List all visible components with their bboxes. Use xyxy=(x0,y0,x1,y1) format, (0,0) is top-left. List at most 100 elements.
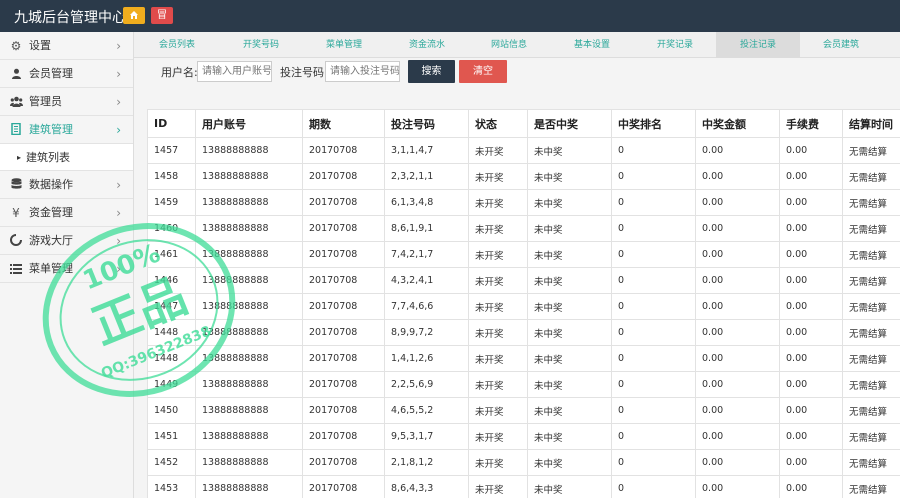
tab-draw-numbers[interactable]: 开奖号码 xyxy=(220,32,302,58)
table-cell: 1451 xyxy=(147,423,196,450)
table-cell: 0.00 xyxy=(779,241,843,268)
sidebar-item-menus[interactable]: 菜单管理 › xyxy=(0,255,133,283)
sidebar-item-buildings[interactable]: 建筑管理 › xyxy=(0,116,133,144)
table-cell: 0.00 xyxy=(779,397,843,424)
tab-bar: 会员列表 开奖号码 菜单管理 资金流水 网站信息 基本设置 开奖记录 投注记录 … xyxy=(134,32,900,58)
table-cell: 无需结算 xyxy=(842,267,900,294)
table-cell: 13888888888 xyxy=(195,163,303,190)
username-input[interactable] xyxy=(197,61,272,82)
table-cell: 0.00 xyxy=(695,345,780,372)
table-cell: 13888888888 xyxy=(195,267,303,294)
column-header: 是否中奖 xyxy=(527,109,612,138)
sidebar-item-label: 会员管理 xyxy=(29,67,73,80)
table-cell: 13888888888 xyxy=(195,449,303,476)
table-cell: 0 xyxy=(611,163,696,190)
table-cell: 0 xyxy=(611,215,696,242)
table-cell: 无需结算 xyxy=(842,163,900,190)
top-bar: 九城后台管理中心 冒 xyxy=(0,0,900,32)
sidebar-item-settings[interactable]: ⚙ 设置 › xyxy=(0,32,133,60)
table-cell: 0 xyxy=(611,423,696,450)
sidebar-item-data[interactable]: 数据操作 › xyxy=(0,171,133,199)
table-cell: 3,1,1,4,7 xyxy=(384,137,469,164)
table-cell: 未开奖 xyxy=(468,293,528,320)
tab-fund-flow[interactable]: 资金流水 xyxy=(386,32,468,58)
table-cell: 13888888888 xyxy=(195,397,303,424)
table-cell: 0.00 xyxy=(695,163,780,190)
exit-button[interactable]: 冒 xyxy=(151,7,173,24)
table-cell: 13888888888 xyxy=(195,371,303,398)
table-cell: 13888888888 xyxy=(195,241,303,268)
table-cell: 未中奖 xyxy=(527,189,612,216)
table-cell: 0.00 xyxy=(779,319,843,346)
tab-draw-records[interactable]: 开奖记录 xyxy=(634,32,716,58)
table-cell: 未中奖 xyxy=(527,241,612,268)
table-cell: 无需结算 xyxy=(842,241,900,268)
table-cell: 未中奖 xyxy=(527,215,612,242)
table-row: 1460 13888888888 20170708 8,6,1,9,1 未开奖 未中奖 0 0… xyxy=(147,215,900,242)
column-header: 中奖排名 xyxy=(611,109,696,138)
table-row: 1448 13888888888 20170708 8,9,9,7,2 未开奖 未中奖 0 0… xyxy=(147,319,900,346)
table-cell: 20170708 xyxy=(302,215,385,242)
chevron-right-icon: › xyxy=(116,123,121,137)
tab-basic-settings[interactable]: 基本设置 xyxy=(550,32,634,58)
table-cell: 0.00 xyxy=(779,137,843,164)
sidebar-item-funds[interactable]: ¥ 资金管理 › xyxy=(0,199,133,227)
table-cell: 0.00 xyxy=(695,293,780,320)
table-cell: 无需结算 xyxy=(842,319,900,346)
database-icon xyxy=(9,171,23,199)
sidebar-item-admins[interactable]: 管理员 › xyxy=(0,88,133,116)
table-cell: 1448 xyxy=(147,345,196,372)
chevron-right-icon: › xyxy=(116,178,121,192)
table-cell: 未中奖 xyxy=(527,293,612,320)
table-cell: 未开奖 xyxy=(468,215,528,242)
table-row: 1458 13888888888 20170708 2,3,2,1,1 未开奖 未中奖 0 0… xyxy=(147,163,900,190)
table-cell: 0 xyxy=(611,137,696,164)
column-header: 手续费 xyxy=(779,109,843,138)
table-cell: 13888888888 xyxy=(195,319,303,346)
bet-number-input[interactable] xyxy=(325,61,400,82)
table-cell: 未开奖 xyxy=(468,163,528,190)
table-cell: 未开奖 xyxy=(468,267,528,294)
table-cell: 0.00 xyxy=(779,345,843,372)
table-row: 1447 13888888888 20170708 7,7,4,6,6 未开奖 未中奖 0 0… xyxy=(147,293,900,320)
table-cell: 4,6,5,5,2 xyxy=(384,397,469,424)
table-cell: 0.00 xyxy=(695,475,780,498)
tab-member-list[interactable]: 会员列表 xyxy=(134,32,220,58)
table-cell: 1449 xyxy=(147,371,196,398)
table-cell: 0.00 xyxy=(779,423,843,450)
table-cell: 2,2,5,6,9 xyxy=(384,371,469,398)
column-header: 状态 xyxy=(468,109,528,138)
table-cell: 0 xyxy=(611,397,696,424)
table-cell: 0 xyxy=(611,475,696,498)
table-cell: 20170708 xyxy=(302,475,385,498)
table-cell: 20170708 xyxy=(302,345,385,372)
tab-bet-records[interactable]: 投注记录 xyxy=(716,32,800,58)
search-button[interactable]: 搜索 xyxy=(408,60,455,83)
tab-site-info[interactable]: 网站信息 xyxy=(468,32,550,58)
sidebar: ⚙ 设置 › 会员管理 › 管理员 › 建筑管理 › ▸ 建筑列表 数据操作 ›… xyxy=(0,32,134,498)
tab-menu-management[interactable]: 菜单管理 xyxy=(302,32,386,58)
sidebar-item-members[interactable]: 会员管理 › xyxy=(0,60,133,88)
sidebar-subitem-building-list[interactable]: ▸ 建筑列表 xyxy=(0,144,133,171)
table-cell: 0.00 xyxy=(779,163,843,190)
table-cell: 未开奖 xyxy=(468,371,528,398)
home-button[interactable] xyxy=(123,7,145,24)
table-row: 1449 13888888888 20170708 2,2,5,6,9 未开奖 未中奖 0 0… xyxy=(147,371,900,398)
tab-member-buildings[interactable]: 会员建筑 xyxy=(800,32,882,58)
sidebar-item-game-hall[interactable]: 游戏大厅 › xyxy=(0,227,133,255)
table-cell: 1457 xyxy=(147,137,196,164)
sidebar-item-label: 管理员 xyxy=(29,95,62,108)
table-row: 1448 13888888888 20170708 1,4,1,2,6 未开奖 未中奖 0 0… xyxy=(147,345,900,372)
table-row: 1453 13888888888 20170708 8,6,4,3,3 未开奖 未中奖 0 0… xyxy=(147,475,900,498)
table-cell: 2,1,8,1,2 xyxy=(384,449,469,476)
table-cell: 20170708 xyxy=(302,241,385,268)
table-cell: 0 xyxy=(611,319,696,346)
table-cell: 20170708 xyxy=(302,371,385,398)
chevron-right-icon: › xyxy=(116,206,121,220)
table-cell: 13888888888 xyxy=(195,137,303,164)
list-icon xyxy=(9,255,23,283)
sidebar-item-label: 建筑管理 xyxy=(29,123,73,136)
table-cell: 未中奖 xyxy=(527,423,612,450)
clear-button[interactable]: 清空 xyxy=(459,60,507,83)
table-cell: 1452 xyxy=(147,449,196,476)
